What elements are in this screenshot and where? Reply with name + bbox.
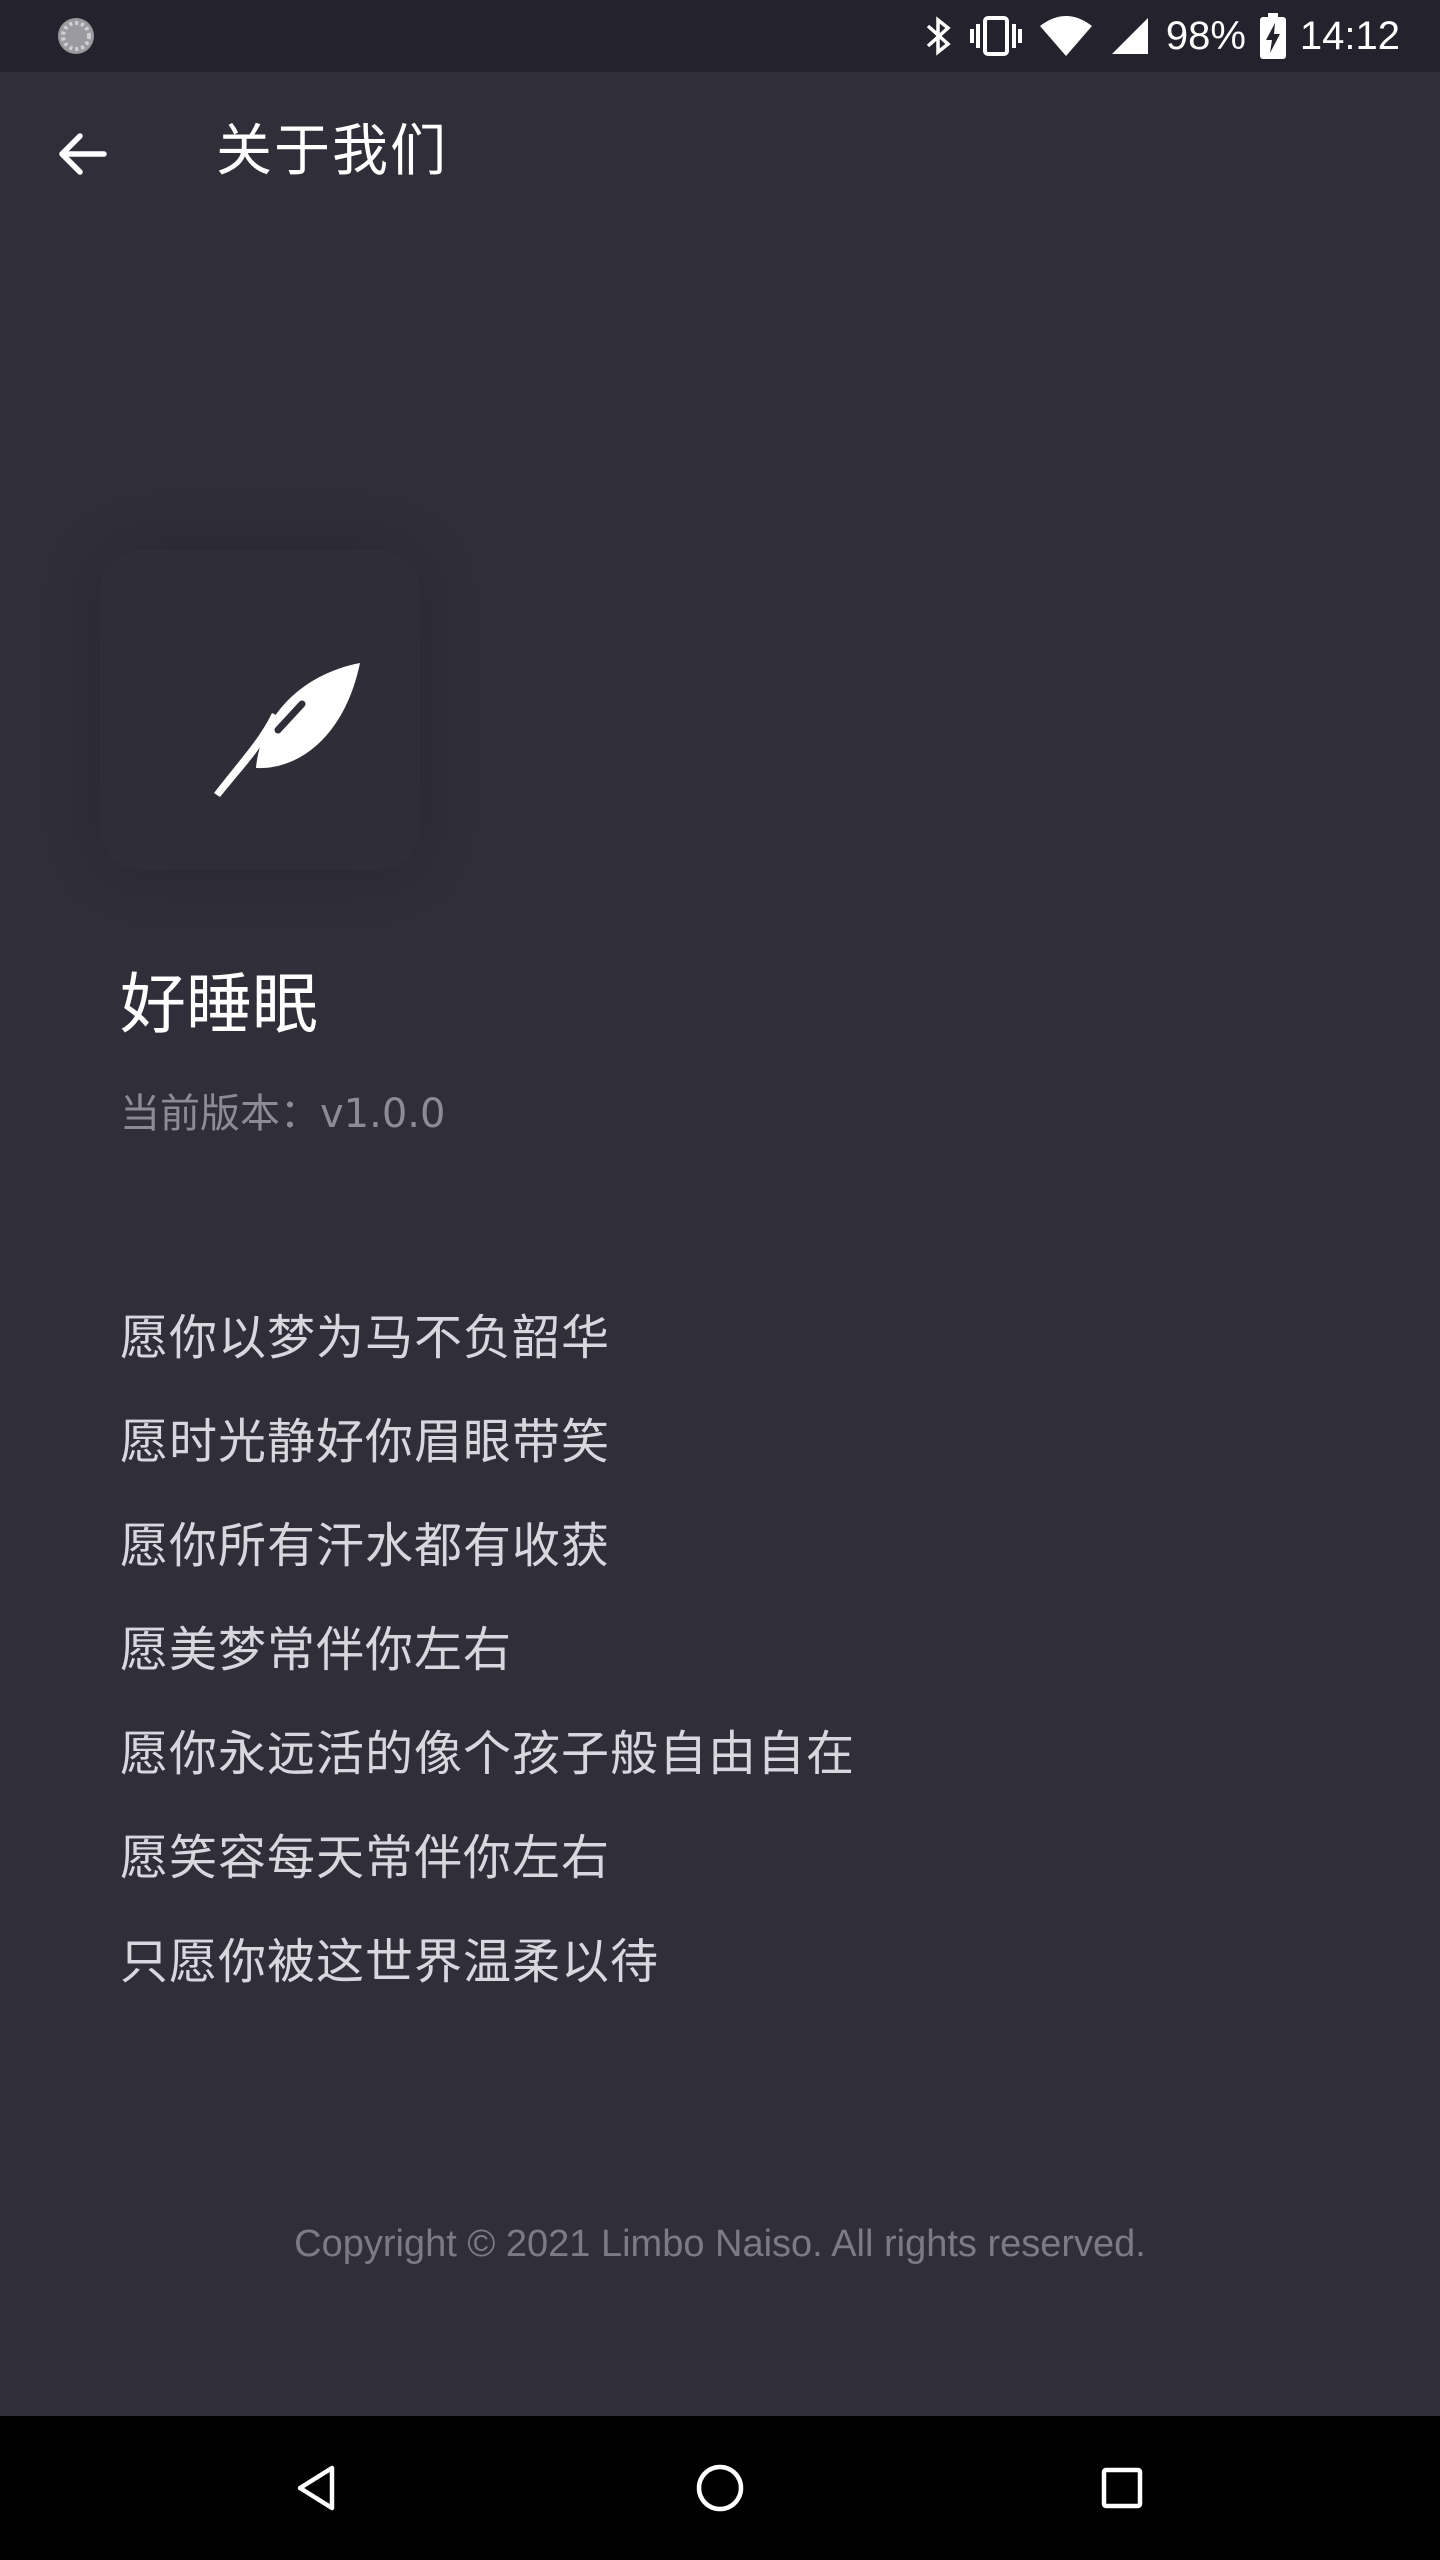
battery-percent: 98% [1165,13,1246,58]
version-text: 当前版本：v1.0.0 [120,1091,446,1137]
nav-recents-button[interactable] [1082,2448,1162,2528]
copyright-text: Copyright © 2021 Limbo Naiso. All rights… [294,2223,1146,2265]
quote-line: 愿你以梦为马不负韶华 [120,1310,611,1366]
app-name: 好睡眠 [120,966,318,1043]
clock: 14:12 [1299,13,1400,58]
loading-icon [58,18,94,54]
recents-square-icon [1101,2467,1143,2509]
quote-list: 愿你以梦为马不负韶华 愿时光静好你眉眼带笑 愿你所有汗水都有收获 愿美梦常伴你左… [120,1286,855,2014]
bluetooth-icon [926,16,951,56]
wifi-icon [1039,16,1092,56]
quote-line: 愿笑容每天常伴你左右 [120,1830,611,1886]
nav-back-button[interactable] [276,2448,356,2528]
signal-icon [1111,18,1148,54]
arrow-left-icon [59,133,107,175]
nav-home-button[interactable] [680,2448,760,2528]
vibrate-icon [969,16,1022,56]
app-logo [40,510,460,930]
quote-line: 只愿你被这世界温柔以待 [120,1934,660,1990]
status-bar: 98% 14:12 [0,0,1440,72]
system-nav-bar [0,2416,1440,2560]
back-triangle-icon [297,2465,335,2511]
feather-leaf-icon [214,663,360,797]
back-button[interactable] [46,118,118,190]
page-title: 关于我们 [216,119,448,184]
quote-line: 愿你所有汗水都有收获 [120,1518,611,1574]
quote-line: 愿你永远活的像个孩子般自由自在 [120,1726,856,1782]
quote-line: 愿美梦常伴你左右 [120,1622,513,1678]
home-circle-icon [696,2464,744,2512]
quote-line: 愿时光静好你眉眼带笑 [120,1414,611,1470]
app-bar: 关于我们 [0,72,1440,240]
battery-charging-icon [1259,13,1286,59]
